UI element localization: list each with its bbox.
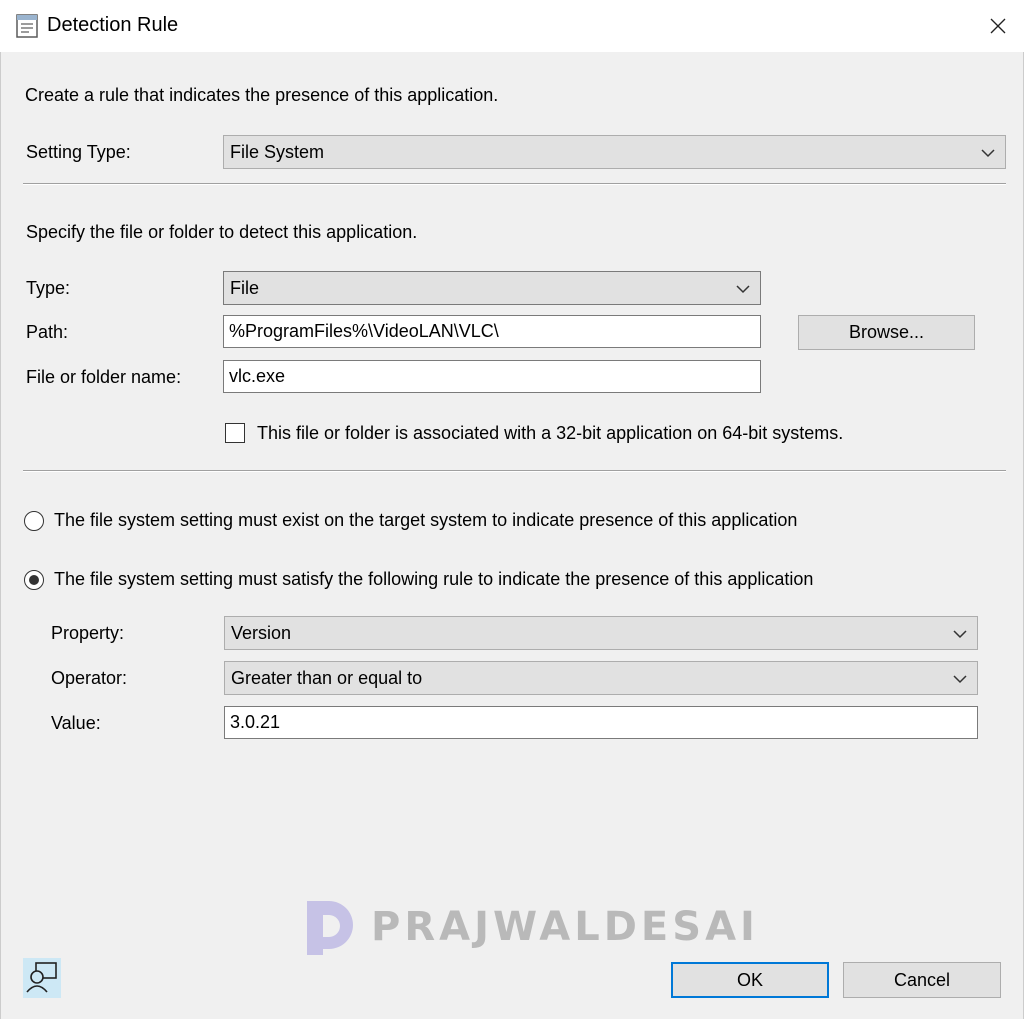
type-value: File [230, 277, 260, 298]
file-name-label: File or folder name: [26, 367, 182, 387]
section-divider [23, 183, 1006, 185]
ok-button-label: OK [736, 969, 763, 990]
browse-button-label: Browse... [848, 322, 925, 342]
setting-type-dropdown[interactable]: File System [223, 135, 1006, 169]
browse-button[interactable]: Browse... [798, 315, 975, 350]
file-name-input[interactable]: vlc.exe [223, 360, 761, 393]
32bit-checkbox-label[interactable]: This file or folder is associated with a… [257, 423, 843, 444]
help-button[interactable] [23, 958, 61, 998]
operator-dropdown[interactable]: Greater than or equal to [224, 661, 978, 695]
rule-description: Create a rule that indicates the presenc… [25, 85, 499, 105]
type-label: Type: [26, 278, 71, 298]
dialog-window-icon [16, 14, 38, 38]
chevron-down-icon [981, 149, 995, 158]
setting-type-label: Setting Type: [26, 142, 131, 162]
close-icon [990, 18, 1006, 34]
radio-must-exist-label[interactable]: The file system setting must exist on th… [54, 510, 797, 531]
watermark-text: PRAJWALDESAI [371, 904, 759, 950]
help-user-icon [26, 962, 57, 993]
radio-selected-dot [29, 575, 39, 585]
value-label: Value: [51, 713, 101, 733]
path-input[interactable]: %ProgramFiles%\VideoLAN\VLC\ [223, 315, 761, 348]
title-bar: Detection Rule [0, 0, 1024, 52]
window-title: Detection Rule [47, 14, 179, 36]
watermark: PRAJWALDESAI [301, 895, 759, 959]
property-value: Version [231, 622, 292, 643]
cancel-button[interactable]: Cancel [843, 962, 1001, 998]
property-dropdown[interactable]: Version [224, 616, 978, 650]
file-section-description: Specify the file or folder to detect thi… [26, 222, 418, 242]
chevron-down-icon [953, 675, 967, 684]
dialog-body: Create a rule that indicates the presenc… [0, 52, 1024, 1019]
type-dropdown[interactable]: File [223, 271, 761, 305]
32bit-checkbox[interactable] [225, 423, 245, 443]
ok-button[interactable]: OK [671, 962, 829, 998]
cancel-button-label: Cancel [893, 969, 951, 990]
chevron-down-icon [953, 630, 967, 639]
file-name-value: vlc.exe [229, 366, 286, 386]
setting-type-value: File System [230, 141, 325, 162]
value-input[interactable]: 3.0.21 [224, 706, 978, 739]
path-value: %ProgramFiles%\VideoLAN\VLC\ [229, 321, 499, 341]
chevron-down-icon [736, 285, 750, 294]
radio-must-exist[interactable] [24, 511, 44, 531]
value-value: 3.0.21 [230, 712, 281, 732]
operator-label: Operator: [51, 668, 128, 688]
watermark-logo [307, 901, 353, 955]
operator-value: Greater than or equal to [231, 667, 423, 688]
property-label: Property: [51, 623, 125, 643]
radio-must-satisfy-label[interactable]: The file system setting must satisfy the… [54, 569, 813, 590]
radio-must-satisfy[interactable] [24, 570, 44, 590]
path-label: Path: [26, 322, 69, 342]
section-divider [23, 470, 1006, 472]
close-button[interactable] [972, 0, 1024, 52]
